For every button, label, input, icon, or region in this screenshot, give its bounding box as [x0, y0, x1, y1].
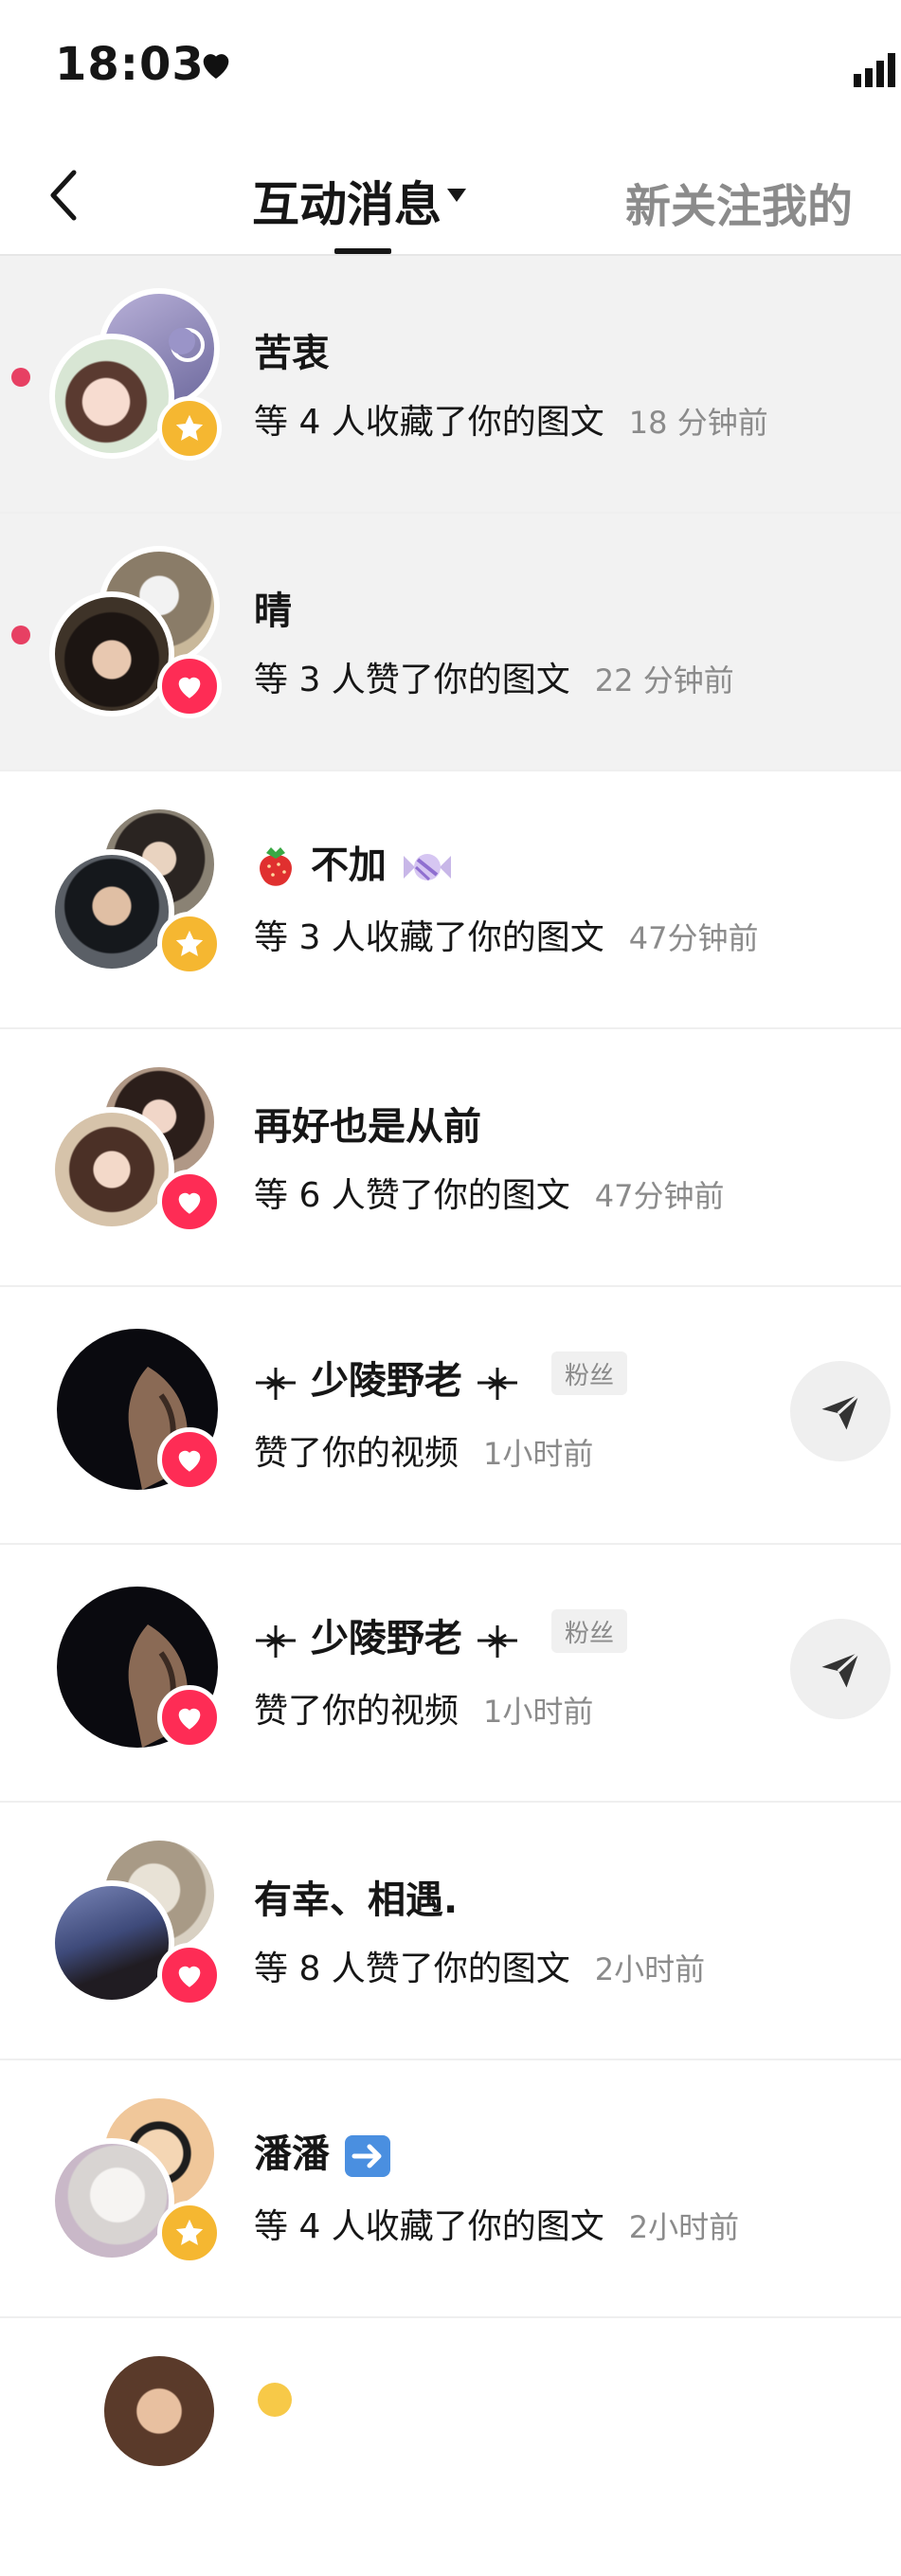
status-time: 18:03 [55, 38, 205, 91]
right-arrow-emoji-icon [344, 2135, 390, 2177]
timestamp: 2小时前 [628, 2209, 740, 2245]
action-text: 等 4 人收藏了你的图文 [254, 403, 604, 442]
user-name: 不加 [310, 844, 387, 887]
cross-ornament-icon [256, 1368, 296, 1400]
action-text: 等 3 人赞了你的图文 [254, 661, 570, 699]
notification-text: 等 4 人收藏了你的图文 18 分钟前 [254, 394, 768, 444]
timestamp: 18 分钟前 [628, 405, 768, 441]
timestamp: 22 分钟前 [594, 662, 734, 698]
notification-text: 等 4 人收藏了你的图文 2小时前 [254, 2199, 739, 2248]
avatar[interactable] [49, 2138, 174, 2263]
user-name-line[interactable]: 不加 [254, 834, 455, 891]
notification-row[interactable]: 少陵野老 粉丝 赞了你的视频 1小时前 [0, 1545, 901, 1803]
action-text: 等 3 人收藏了你的图文 [254, 918, 604, 957]
back-arrow-icon[interactable] [42, 167, 89, 224]
strawberry-icon [260, 847, 292, 886]
send-message-button[interactable] [790, 1619, 891, 1719]
notification-text: 等 3 人赞了你的图文 22 分钟前 [254, 652, 734, 701]
timestamp: 1小时前 [483, 1694, 594, 1730]
avatar[interactable] [99, 2350, 220, 2472]
heart-badge-icon [157, 1427, 222, 1492]
send-message-button[interactable] [790, 1361, 891, 1461]
notification-row[interactable]: 少陵野老 粉丝 赞了你的视频 1小时前 [0, 1287, 901, 1545]
cross-ornament-icon [477, 1625, 517, 1658]
heart-icon [203, 54, 229, 79]
notification-row[interactable]: 有幸、相遇. 等 8 人赞了你的图文 2小时前 [0, 1803, 901, 2060]
timestamp: 47分钟前 [628, 920, 759, 956]
avatar[interactable] [49, 1107, 174, 1232]
active-tab-indicator [334, 248, 391, 254]
user-name[interactable]: 有幸、相遇. [254, 1869, 458, 1924]
emoji-icon [258, 2383, 292, 2417]
heart-badge-icon [157, 1943, 222, 2007]
action-text: 赞了你的视频 [254, 1434, 460, 1473]
avatar[interactable] [49, 591, 174, 717]
user-name-line[interactable]: 潘潘 [254, 2123, 392, 2179]
notification-text: 等 8 人赞了你的图文 2小时前 [254, 1941, 705, 1990]
candy-icon [403, 854, 451, 881]
notification-row[interactable]: 不加 等 3 人收藏了你的图文 47分钟前 [0, 771, 901, 1029]
avatar[interactable] [49, 849, 174, 974]
star-icon [157, 396, 222, 461]
user-name: 潘潘 [254, 2132, 330, 2176]
user-name: 少陵野老 [310, 1617, 462, 1660]
signal-icon [854, 53, 895, 87]
action-text: 等 8 人赞了你的图文 [254, 1950, 570, 1988]
unread-dot [11, 368, 30, 387]
notification-row[interactable]: 潘潘 等 4 人收藏了你的图文 2小时前 [0, 2060, 901, 2318]
star-icon [157, 2201, 222, 2265]
action-text: 赞了你的视频 [254, 1692, 460, 1731]
tab-new-followers[interactable]: 新关注我的 [625, 169, 853, 235]
notification-text: 赞了你的视频 1小时前 [254, 1683, 593, 1732]
caret-down-icon[interactable] [445, 186, 468, 205]
user-name-line[interactable]: 少陵野老 [254, 1607, 519, 1662]
tab-interactions[interactable]: 互动消息 [252, 167, 441, 235]
timestamp: 47分钟前 [594, 1178, 725, 1214]
user-name-line[interactable]: 少陵野老 [254, 1350, 519, 1405]
notification-row[interactable]: 晴 等 3 人赞了你的图文 22 分钟前 [0, 514, 901, 771]
user-name: 少陵野老 [310, 1359, 462, 1403]
action-text: 等 4 人收藏了你的图文 [254, 2207, 604, 2246]
send-icon [821, 1393, 860, 1430]
notification-text: 赞了你的视频 1小时前 [254, 1425, 593, 1475]
notification-text: 等 6 人赞了你的图文 47分钟前 [254, 1168, 725, 1217]
fan-tag: 粉丝 [551, 1609, 627, 1653]
timestamp: 1小时前 [483, 1436, 594, 1472]
send-icon [821, 1651, 860, 1688]
unread-dot [11, 626, 30, 644]
notification-row[interactable]: 苦衷 等 4 人收藏了你的图文 18 分钟前 [0, 256, 901, 514]
user-name[interactable]: 晴 [254, 580, 292, 635]
notification-row[interactable] [0, 2318, 901, 2576]
user-name[interactable]: 再好也是从前 [254, 1096, 481, 1151]
cross-ornament-icon [256, 1625, 296, 1658]
notification-row[interactable]: 再好也是从前 等 6 人赞了你的图文 47分钟前 [0, 1029, 901, 1287]
avatar[interactable] [49, 1880, 174, 2005]
fan-tag: 粉丝 [551, 1351, 627, 1395]
heart-badge-icon [157, 1170, 222, 1234]
timestamp: 2小时前 [594, 1951, 706, 1987]
avatar[interactable] [49, 334, 174, 459]
notification-text: 等 3 人收藏了你的图文 47分钟前 [254, 910, 759, 959]
status-bar: 18:03 [0, 0, 901, 133]
heart-badge-icon [157, 654, 222, 718]
user-name[interactable]: 苦衷 [254, 322, 330, 377]
cross-ornament-icon [477, 1368, 517, 1400]
notification-list: 苦衷 等 4 人收藏了你的图文 18 分钟前 晴 等 3 人赞了你的图文 22 分钟… [0, 256, 901, 2576]
star-icon [157, 912, 222, 976]
nav-bar: 互动消息 新关注我的 [0, 133, 901, 256]
heart-badge-icon [157, 1685, 222, 1750]
action-text: 等 6 人赞了你的图文 [254, 1176, 570, 1215]
